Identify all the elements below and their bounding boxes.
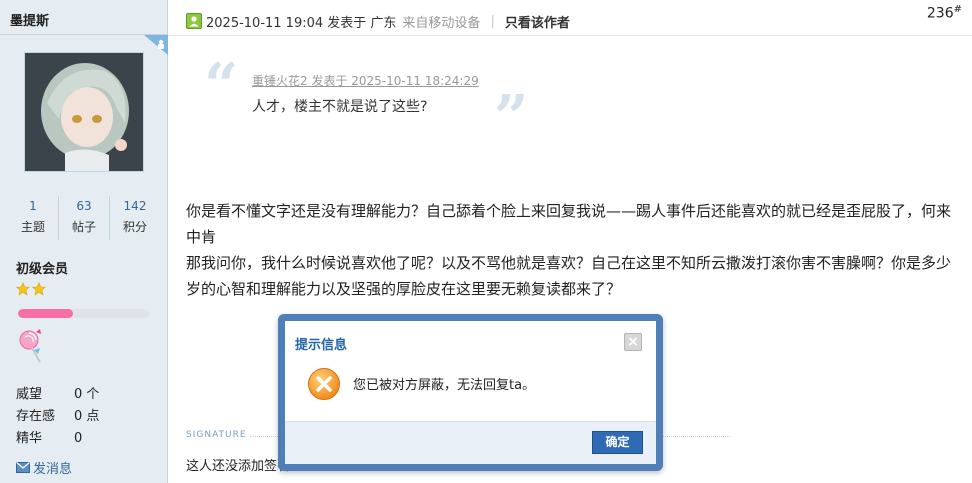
post-body: 你是看不懂文字还是没有理解能力？自己舔着个脸上来回复我说——踢人事件后还能喜欢的…: [186, 198, 961, 302]
credit-label: 存在感: [16, 409, 56, 424]
level-progress-bar: [18, 309, 149, 318]
post-body-line: 你是看不懂文字还是没有理解能力？自己舔着个脸上来回复我说——踢人事件后还能喜欢的…: [186, 202, 952, 246]
avatar[interactable]: [24, 52, 144, 172]
signature-label: SIGNATURE: [186, 430, 247, 440]
stat-posts[interactable]: 63 帖子: [58, 196, 109, 240]
star-icon: [32, 282, 46, 296]
author-name[interactable]: 墨提斯: [10, 10, 49, 29]
separator: |: [490, 13, 495, 29]
author-sidebar: 墨提斯 1 主题 63 帖子 142 积分 初级会员 威望 0 个 存在感 0 …: [0, 0, 168, 483]
stat-threads[interactable]: 1 主题: [8, 196, 58, 240]
stat-label: 积分: [122, 220, 147, 234]
close-button[interactable]: ×: [624, 333, 642, 351]
credit-label: 威望: [16, 387, 43, 402]
post-body-line: 那我问你，我什么时候说喜欢他了呢？以及不骂他就是喜欢？自己在这里不知所云撒泼打滚…: [186, 254, 952, 298]
credit-value: 0 个: [74, 387, 100, 402]
post-from-device: 来自移动设备: [402, 15, 481, 31]
floor-number-value: 236: [926, 5, 954, 22]
stat-points[interactable]: 142 积分: [109, 196, 160, 240]
post-header: 2025-10-11 19:04 发表于 广东 来自移动设备 | 只看该作者: [186, 8, 961, 34]
author-stats: 1 主题 63 帖子 142 积分: [8, 196, 160, 240]
send-message-link[interactable]: 发消息: [16, 458, 72, 477]
divider: [0, 34, 168, 35]
online-status-icon: [144, 35, 168, 55]
alert-dialog: 提示信息 × 您已被对方屏蔽，无法回复ta。 确定: [278, 314, 663, 471]
credit-presence: 存在感 0 点: [16, 406, 99, 428]
dialog-title: 提示信息: [295, 338, 348, 353]
dialog-message: 您已被对方屏蔽，无法回复ta。: [353, 378, 536, 393]
level-progress-fill: [18, 309, 74, 318]
quote-source-link[interactable]: 重锤火花2 发表于 2025-10-11 18:24:29: [252, 72, 479, 89]
only-author-link[interactable]: 只看该作者: [505, 12, 570, 31]
confirm-button[interactable]: 确定: [592, 431, 643, 454]
stat-label: 主题: [20, 220, 45, 234]
error-icon: [308, 368, 340, 400]
online-user-icon: [186, 13, 202, 29]
quote-close-icon: ”: [494, 83, 529, 153]
credit-prestige: 威望 0 个: [16, 384, 99, 406]
quote-open-icon: “: [204, 51, 239, 121]
envelope-icon: [16, 462, 30, 473]
stat-value: 142: [123, 199, 147, 213]
credit-digest: 精华 0: [16, 428, 99, 450]
send-message-label: 发消息: [33, 462, 73, 477]
floor-suffix: #: [953, 4, 962, 15]
signature-text: 这人还没添加签名: [186, 459, 291, 474]
user-group[interactable]: 初级会员: [16, 258, 68, 277]
post-time: 2025-10-11 19:04 发表于 广东: [206, 15, 397, 31]
lollipop-medal-icon[interactable]: [16, 328, 46, 364]
stat-label: 帖子: [71, 220, 96, 234]
credit-label: 精华: [16, 431, 43, 446]
floor-number[interactable]: 236#: [927, 4, 962, 22]
quote-text: 人才，楼主不就是说了这些?: [252, 99, 428, 115]
author-credits: 威望 0 个 存在感 0 点 精华 0: [16, 384, 99, 450]
credit-value: 0: [74, 431, 83, 446]
credit-value: 0 点: [74, 409, 100, 424]
stat-value: 1: [29, 199, 37, 213]
star-icon: [16, 282, 30, 296]
rank-stars: [16, 282, 46, 296]
dialog-footer: 确定: [285, 421, 656, 464]
header-divider: [168, 35, 972, 36]
stat-value: 63: [76, 199, 92, 213]
